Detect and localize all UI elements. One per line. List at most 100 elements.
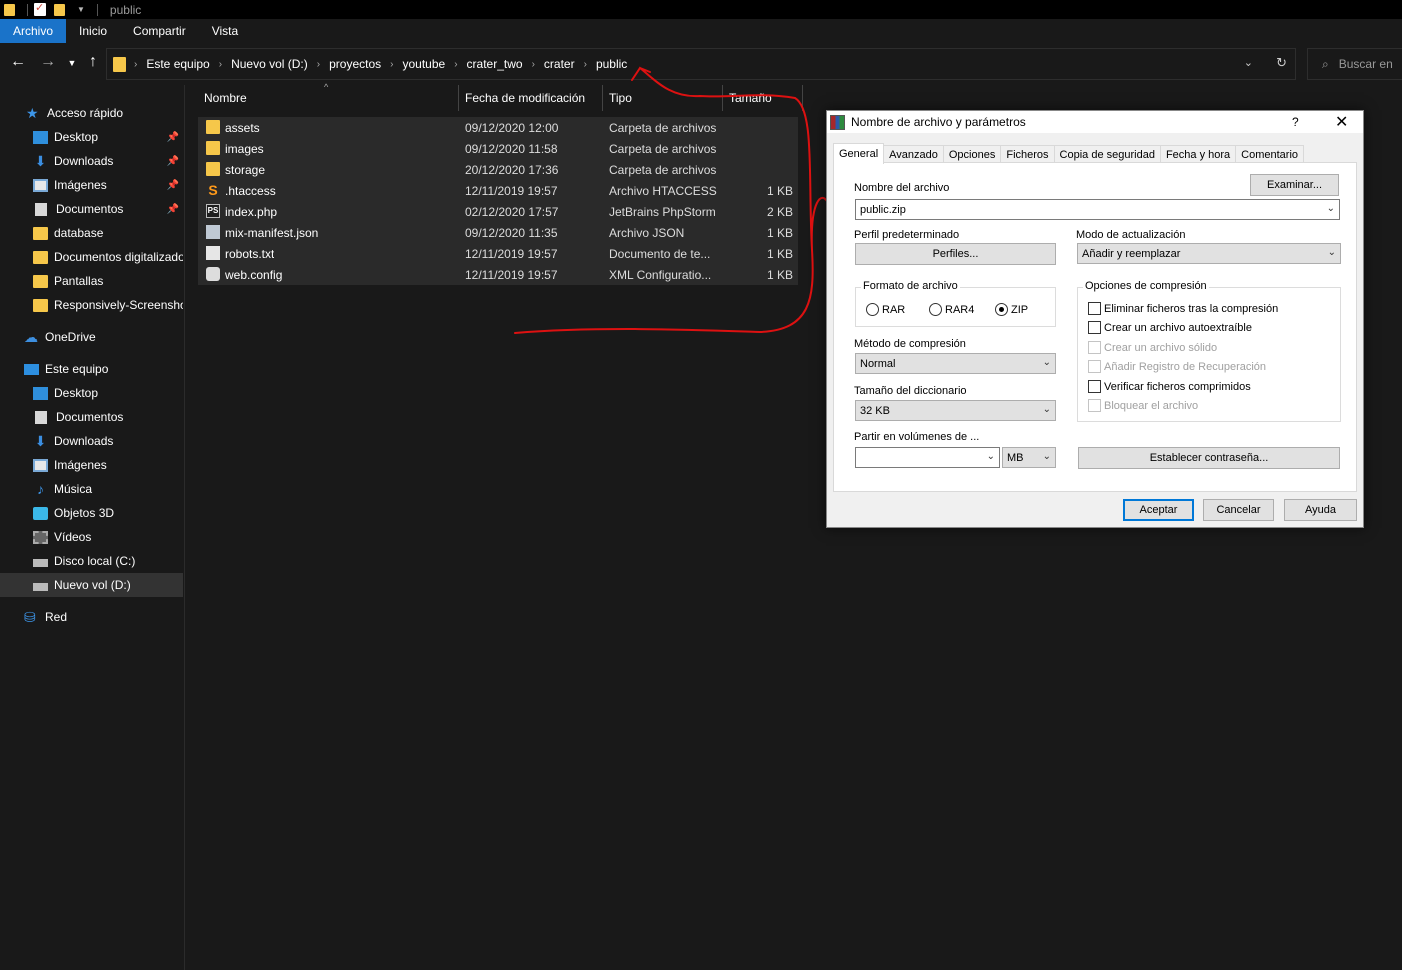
ribbon-tab-archivo[interactable]: Archivo — [0, 19, 67, 43]
file-row-web-config[interactable]: web.config 12/11/2019 19:57 XML Configur… — [198, 264, 798, 285]
chevron-down-icon[interactable]: ⌄ — [1043, 357, 1051, 368]
nav-downloads[interactable]: ⬇ Downloads 📌 — [0, 149, 183, 173]
set-password-button[interactable]: Establecer contraseña... — [1078, 447, 1340, 469]
nav-este-equipo[interactable]: Este equipo — [0, 357, 183, 381]
breadcrumb-youtube[interactable]: youtube — [402, 57, 445, 71]
self-extracting-checkbox[interactable]: Crear un archivo autoextraíble — [1088, 321, 1252, 334]
compression-method-select[interactable]: Normal ⌄ — [855, 353, 1056, 374]
delete-files-checkbox[interactable]: Eliminar ficheros tras la compresión — [1088, 302, 1278, 315]
nav-onedrive[interactable]: ☁ OneDrive — [0, 325, 183, 349]
pin-icon[interactable]: 📌 — [167, 156, 179, 167]
column-header-type[interactable]: Tipo — [603, 85, 723, 111]
nav-documentos[interactable]: Documentos 📌 — [0, 197, 183, 221]
nav-pc-documentos[interactable]: Documentos — [0, 405, 183, 429]
file-row-htaccess[interactable]: S .htaccess 12/11/2019 19:57 Archivo HTA… — [198, 180, 798, 201]
nav-imagenes[interactable]: Imágenes 📌 — [0, 173, 183, 197]
dialog-title-bar[interactable]: Nombre de archivo y parámetros ? ✕ — [827, 111, 1363, 133]
file-row-assets[interactable]: assets 09/12/2020 12:00 Carpeta de archi… — [198, 117, 798, 138]
nav-pc-objetos-3d[interactable]: Objetos 3D — [0, 501, 183, 525]
nav-desktop[interactable]: Desktop 📌 — [0, 125, 183, 149]
cancel-button[interactable]: Cancelar — [1203, 499, 1274, 521]
verify-files-checkbox[interactable]: Verificar ficheros comprimidos — [1088, 380, 1251, 393]
close-icon[interactable]: ✕ — [1335, 112, 1348, 132]
search-box[interactable]: ⌕ Buscar en — [1307, 48, 1402, 80]
pin-icon[interactable]: 📌 — [167, 204, 179, 215]
breadcrumb-crater-two[interactable]: crater_two — [467, 57, 523, 71]
file-row-images[interactable]: images 09/12/2020 11:58 Carpeta de archi… — [198, 138, 798, 159]
chevron-down-icon[interactable]: ⌄ — [1043, 404, 1051, 415]
column-header-size[interactable]: Tamaño — [723, 85, 803, 111]
nav-pc-imagenes[interactable]: Imágenes — [0, 453, 183, 477]
breadcrumb-este-equipo[interactable]: Este equipo — [146, 57, 209, 71]
nav-pc-disco-c[interactable]: Disco local (C:) — [0, 549, 183, 573]
properties-icon[interactable] — [34, 1, 46, 16]
chevron-down-icon[interactable]: ⌄ — [1328, 247, 1336, 258]
chevron-down-icon[interactable]: ▼ — [77, 5, 85, 14]
column-header-date[interactable]: Fecha de modificación — [459, 85, 603, 111]
address-bar[interactable]: › Este equipo › Nuevo vol (D:) › proyect… — [106, 48, 1296, 80]
refresh-icon[interactable]: ↻ — [1276, 55, 1287, 71]
chevron-right-icon[interactable]: › — [317, 59, 320, 70]
chevron-right-icon[interactable]: › — [219, 59, 222, 70]
nav-pantallas[interactable]: Pantallas — [0, 269, 183, 293]
chevron-right-icon[interactable]: › — [134, 59, 137, 70]
column-header-name[interactable]: Nombre ^ — [198, 82, 459, 111]
browse-button[interactable]: Examinar... — [1250, 174, 1339, 196]
chevron-right-icon[interactable]: › — [584, 59, 587, 70]
ribbon-tab-inicio[interactable]: Inicio — [66, 19, 120, 43]
tab-comentario[interactable]: Comentario — [1235, 145, 1305, 163]
profiles-button[interactable]: Perfiles... — [855, 243, 1056, 265]
help-button[interactable]: Ayuda — [1284, 499, 1357, 521]
file-row-robots[interactable]: robots.txt 12/11/2019 19:57 Documento de… — [198, 243, 798, 264]
chevron-down-icon[interactable]: ⌄ — [1043, 451, 1051, 462]
tab-opciones[interactable]: Opciones — [942, 145, 1002, 163]
nav-responsively-screenshots[interactable]: Responsively-Screenshots — [0, 293, 183, 317]
new-folder-icon[interactable] — [54, 3, 65, 16]
breadcrumb-crater[interactable]: crater — [544, 57, 575, 71]
recent-locations-icon[interactable]: ▼ — [62, 58, 82, 68]
filename-combo[interactable]: public.zip ⌄ — [855, 199, 1340, 220]
file-row-storage[interactable]: storage 20/12/2020 17:36 Carpeta de arch… — [198, 159, 798, 180]
pin-icon[interactable]: 📌 — [167, 180, 179, 191]
update-mode-select[interactable]: Añadir y reemplazar ⌄ — [1077, 243, 1341, 264]
file-row-index-php[interactable]: PS index.php 02/12/2020 17:57 JetBrains … — [198, 201, 798, 222]
nav-database[interactable]: database — [0, 221, 183, 245]
ribbon-tab-compartir[interactable]: Compartir — [120, 19, 199, 43]
nav-quick-access[interactable]: ★ Acceso rápido — [0, 101, 183, 125]
nav-documentos-digitalizados[interactable]: Documentos digitalizados — [0, 245, 183, 269]
file-row-mix-manifest[interactable]: mix-manifest.json 09/12/2020 11:35 Archi… — [198, 222, 798, 243]
format-rar-radio[interactable]: RAR — [866, 303, 905, 316]
tab-avanzado[interactable]: Avanzado — [883, 145, 944, 163]
breadcrumb-proyectos[interactable]: proyectos — [329, 57, 381, 71]
breadcrumb-public[interactable]: public — [596, 57, 627, 71]
nav-pc-desktop[interactable]: Desktop — [0, 381, 183, 405]
chevron-right-icon[interactable]: › — [454, 59, 457, 70]
tab-general[interactable]: General — [833, 143, 885, 164]
back-arrow-icon[interactable]: ← — [8, 53, 28, 71]
nav-red[interactable]: ⛁ Red — [0, 605, 183, 629]
help-icon[interactable]: ? — [1292, 115, 1299, 129]
ribbon-tab-vista[interactable]: Vista — [199, 19, 251, 43]
format-zip-radio[interactable]: ZIP — [995, 303, 1028, 316]
up-arrow-icon[interactable]: ↑ — [83, 53, 103, 71]
tab-ficheros[interactable]: Ficheros — [1000, 145, 1055, 163]
nav-pc-musica[interactable]: ♪ Música — [0, 477, 183, 501]
chevron-down-icon[interactable]: ⌄ — [1327, 203, 1335, 214]
forward-arrow-icon[interactable]: → — [38, 53, 58, 71]
pin-icon[interactable]: 📌 — [167, 132, 179, 143]
chevron-down-icon[interactable]: ⌄ — [987, 451, 995, 462]
chevron-right-icon[interactable]: › — [390, 59, 393, 70]
tab-copia-seguridad[interactable]: Copia de seguridad — [1053, 145, 1161, 163]
tab-fecha-hora[interactable]: Fecha y hora — [1159, 145, 1237, 163]
split-unit-select[interactable]: MB ⌄ — [1002, 447, 1056, 468]
dict-size-select[interactable]: 32 KB ⌄ — [855, 400, 1056, 421]
split-volumes-combo[interactable]: ⌄ — [855, 447, 1000, 468]
chevron-down-icon[interactable]: ⌄ — [1244, 56, 1253, 69]
chevron-right-icon[interactable]: › — [532, 59, 535, 70]
nav-pc-downloads[interactable]: ⬇ Downloads — [0, 429, 183, 453]
nav-pc-nuevo-vol-d[interactable]: Nuevo vol (D:) — [0, 573, 183, 597]
nav-pc-videos[interactable]: Vídeos — [0, 525, 183, 549]
format-rar4-radio[interactable]: RAR4 — [929, 303, 974, 316]
ok-button[interactable]: Aceptar — [1123, 499, 1194, 521]
breadcrumb-nuevo-vol[interactable]: Nuevo vol (D:) — [231, 57, 308, 71]
